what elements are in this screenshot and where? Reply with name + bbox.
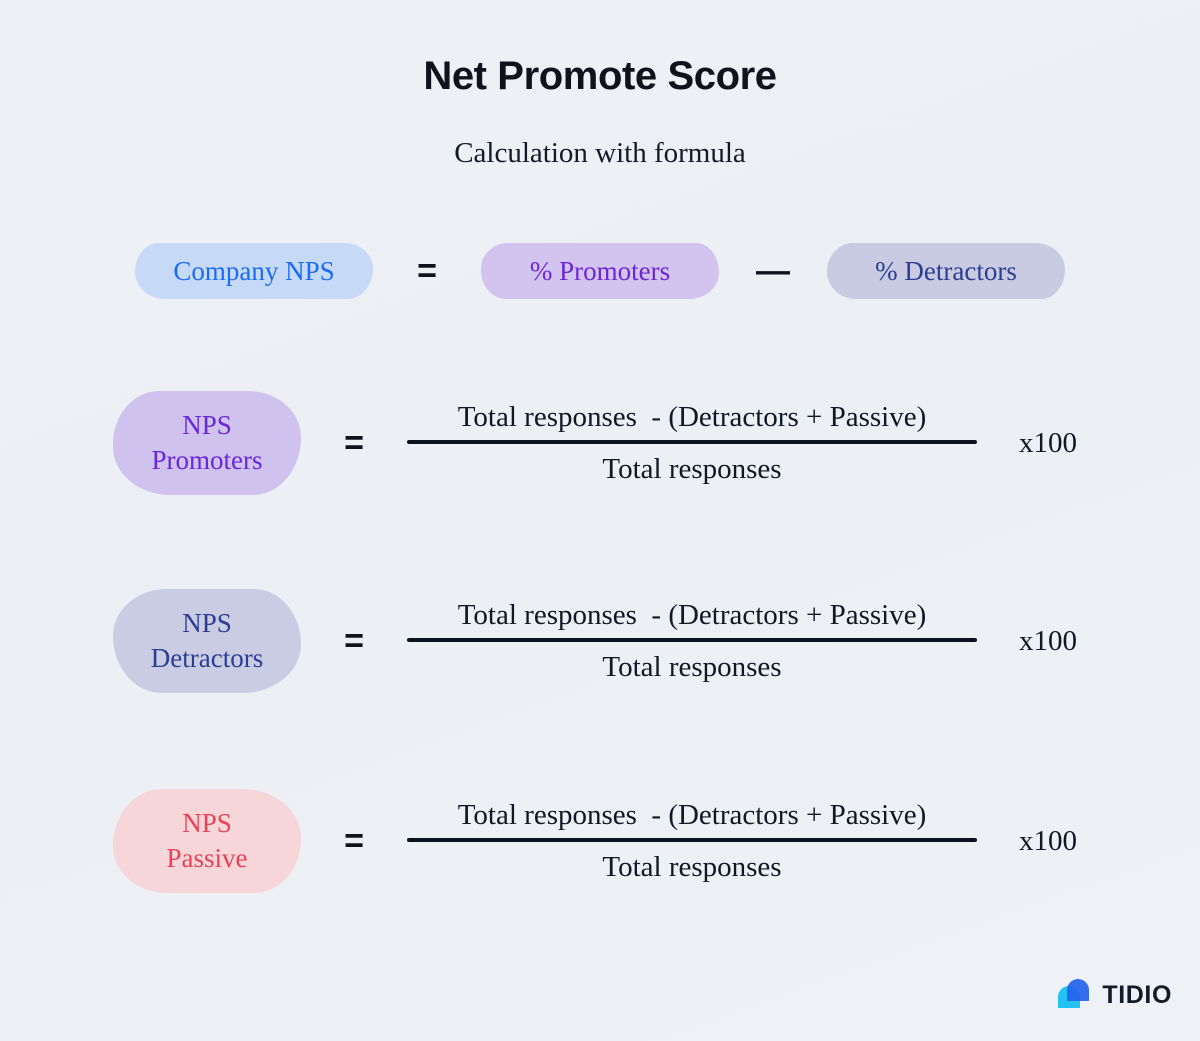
page-header: Net Promote Score Calculation with formu… [0,0,1200,170]
denominator-detractors: Total responses [602,651,782,683]
numerator-promoters: Total responses - (Detractors + Passive) [457,400,927,433]
nps-detractors-label-line1: NPS [182,608,232,639]
formula-row-promoters: NPS Promoters = Total responses - (Detra… [0,383,1200,503]
nps-detractors-label: NPS Detractors [113,589,301,693]
tidio-wordmark: TIDIO [1102,980,1172,1009]
page-title: Net Promote Score [423,54,777,98]
fraction-promoters: Total responses - (Detractors + Passive)… [407,400,977,486]
page-subtitle: Calculation with formula [454,137,746,169]
nps-promoters-label-line1: NPS [182,410,232,441]
equals-sign-promoters: = [344,424,364,462]
nps-passive-label-line2: Passive [166,843,248,873]
multiplier-passive: x100 [1019,824,1077,857]
top-equation: Company NPS = % Promoters — % Detractors [0,243,1200,299]
denominator-promoters: Total responses [602,453,782,485]
fraction-passive: Total responses - (Detractors + Passive)… [407,798,977,884]
nps-promoters-label: NPS Promoters [113,391,301,495]
multiplier-detractors: x100 [1019,624,1077,657]
tidio-chat-bubble-icon [1054,977,1092,1013]
fraction-detractors: Total responses - (Detractors + Passive)… [407,598,977,684]
denominator-passive: Total responses [602,851,782,883]
multiplier-promoters: x100 [1019,426,1077,459]
percent-detractors-pill: % Detractors [827,243,1065,299]
nps-promoters-label-line2: Promoters [151,445,263,475]
equals-sign-top: = [417,252,437,290]
nps-detractors-label-line2: Detractors [150,643,264,673]
numerator-detractors: Total responses - (Detractors + Passive) [457,598,927,631]
equals-sign-passive: = [344,822,364,860]
nps-passive-label: NPS Passive [113,789,301,893]
formula-row-detractors: NPS Detractors = Total responses - (Detr… [0,581,1200,701]
minus-sign-top: — [756,252,790,290]
company-nps-pill: Company NPS [135,243,373,299]
percent-promoters-pill: % Promoters [481,243,719,299]
numerator-passive: Total responses - (Detractors + Passive) [457,798,927,831]
formula-row-passive: NPS Passive = Total responses - (Detract… [0,781,1200,901]
tidio-logo: TIDIO [1054,977,1172,1013]
nps-passive-label-line1: NPS [182,808,232,839]
equals-sign-detractors: = [344,622,364,660]
